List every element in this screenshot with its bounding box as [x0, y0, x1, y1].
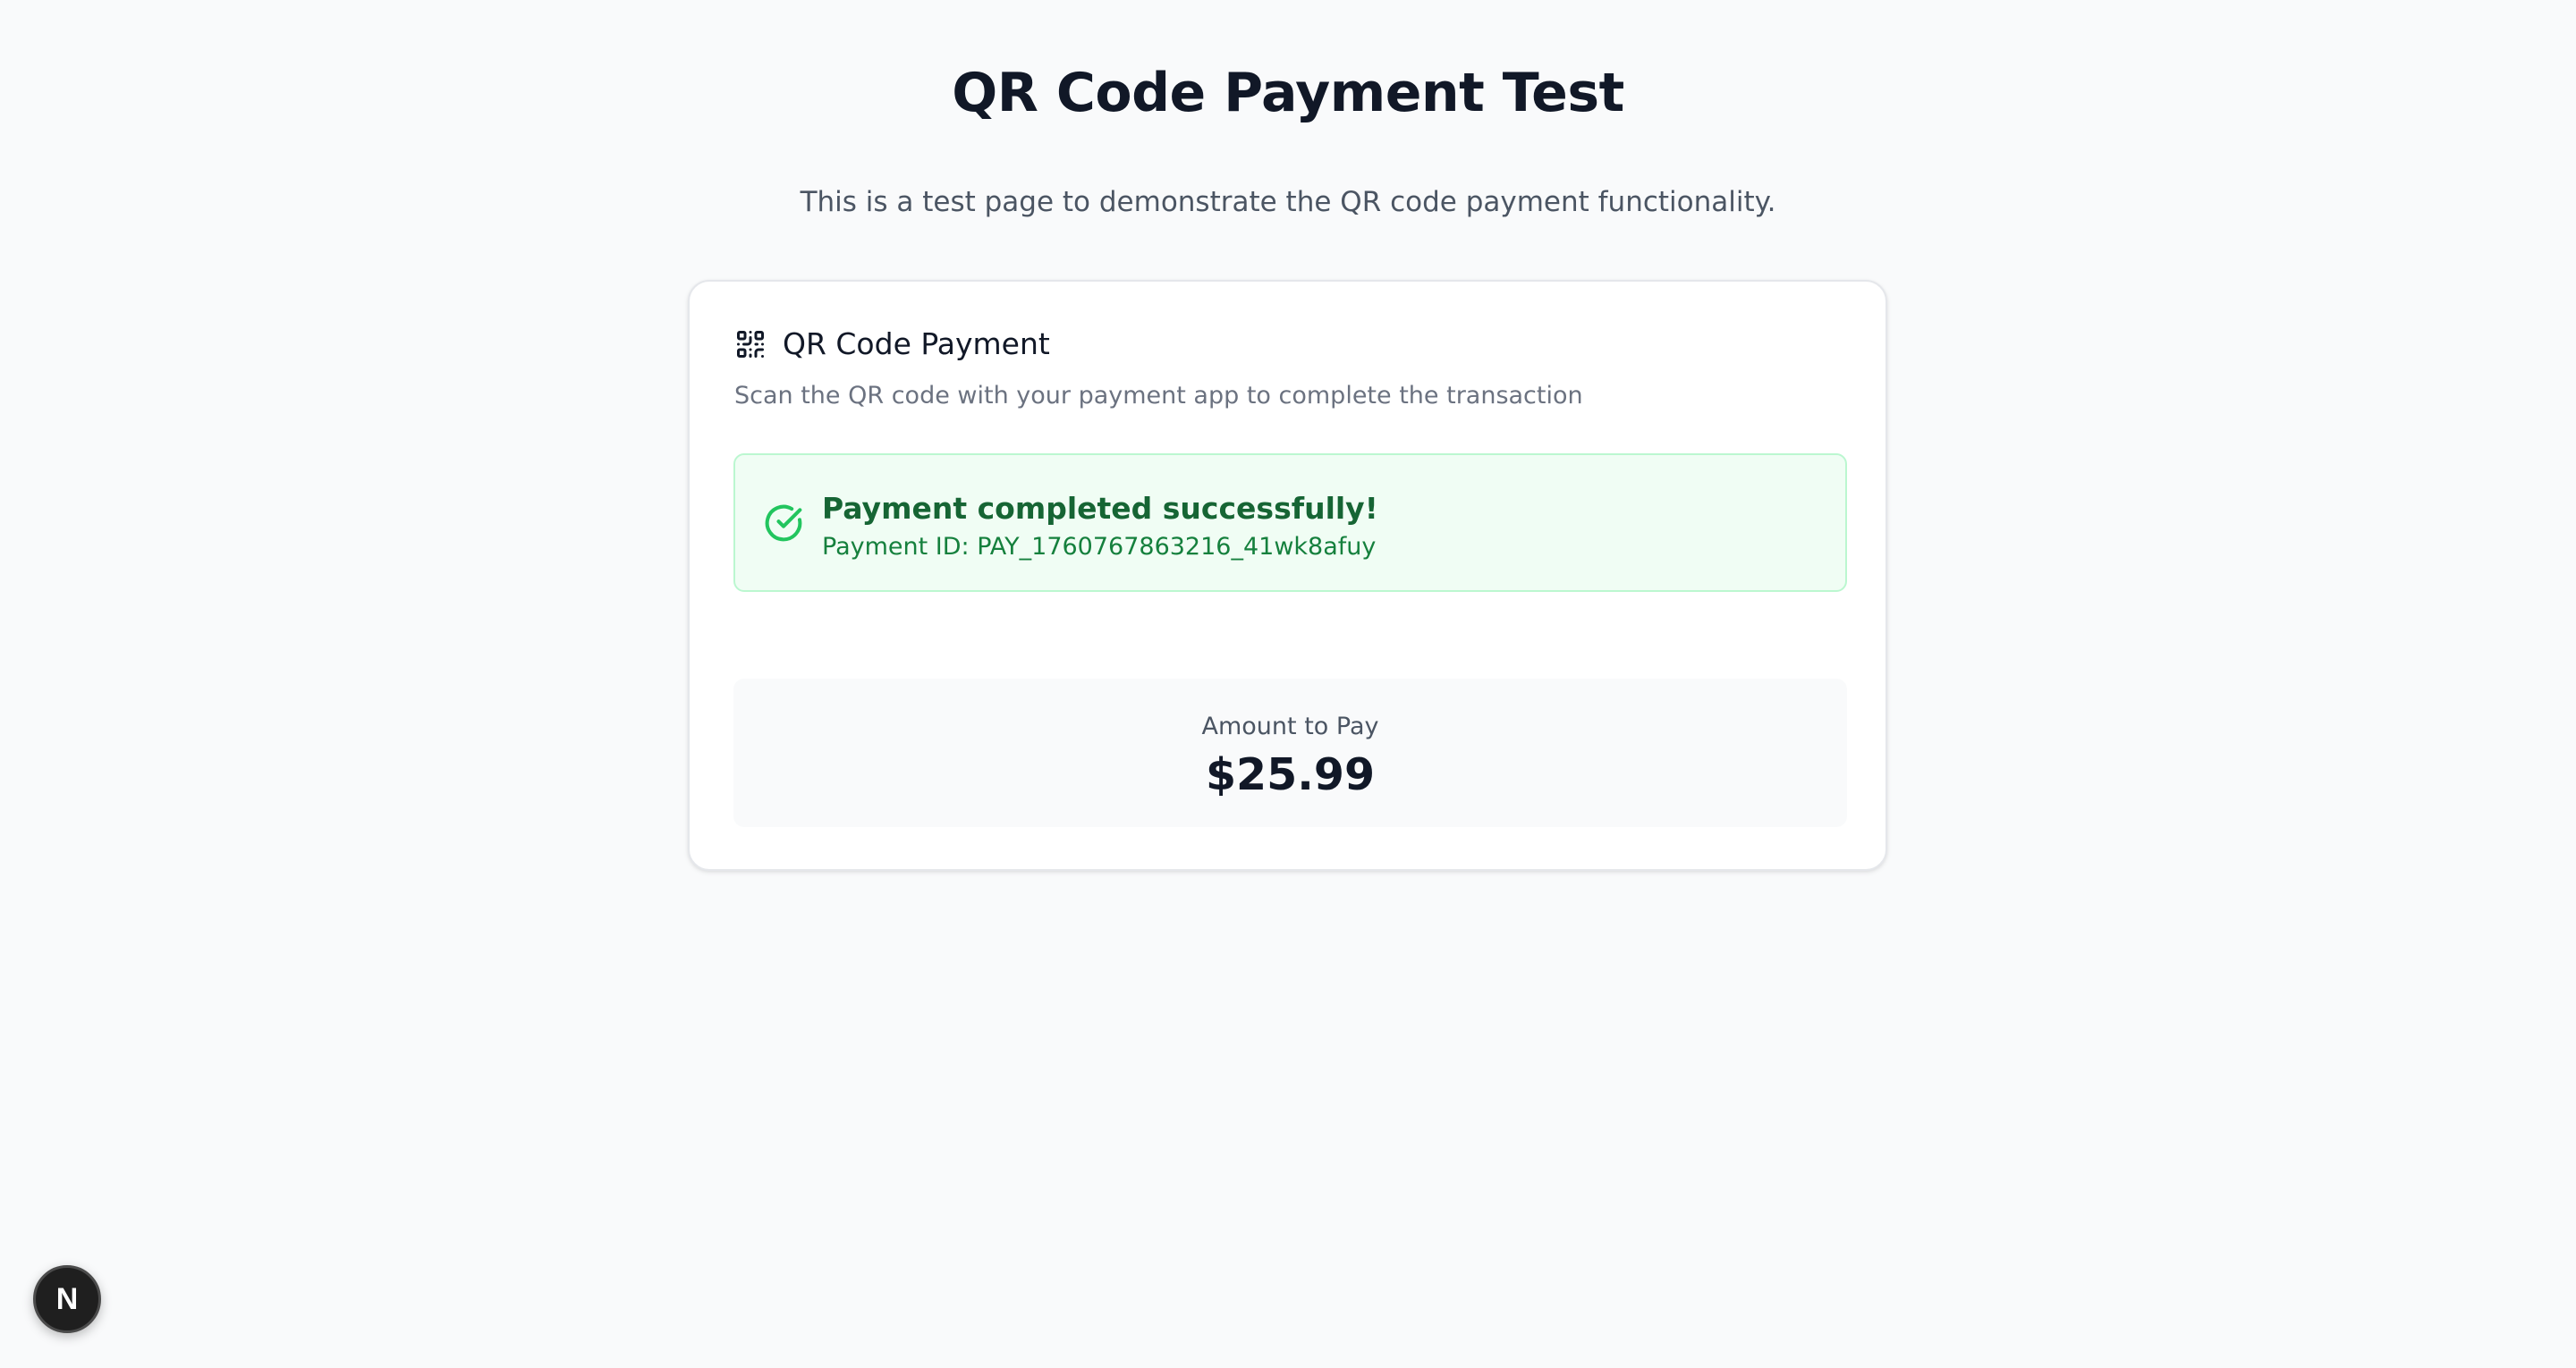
success-title: Payment completed successfully!	[822, 491, 1378, 526]
nextjs-logo-icon: N	[55, 1281, 79, 1316]
payment-id: Payment ID: PAY_1760767863216_41wk8afuy	[822, 533, 1377, 561]
payment-success-alert: Payment completed successfully! Payment …	[733, 453, 1847, 592]
nextjs-dev-tools-button[interactable]: N	[33, 1265, 101, 1333]
card-title: QR Code Payment	[783, 326, 1050, 361]
amount-label: Amount to Pay	[1201, 713, 1379, 740]
page-subtitle: This is a test page to demonstrate the Q…	[800, 186, 1776, 218]
card-description: Scan the QR code with your payment app t…	[734, 382, 1583, 410]
amount-panel: Amount to Pay $25.99	[733, 679, 1847, 827]
card-header: QR Code Payment	[734, 325, 1050, 364]
page-title: QR Code Payment Test	[952, 62, 1624, 124]
page: QR Code Payment Test This is a test page…	[0, 0, 2576, 1368]
payment-card: QR Code Payment Scan the QR code with yo…	[688, 280, 1887, 871]
check-circle-icon	[764, 503, 803, 543]
amount-value: $25.99	[1205, 749, 1376, 800]
qr-code-icon	[734, 328, 767, 360]
